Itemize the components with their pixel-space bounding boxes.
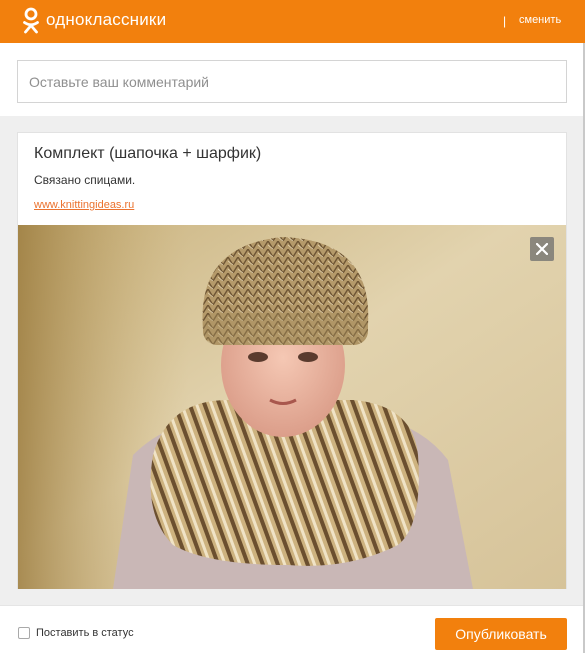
post-to-status-checkbox[interactable]	[18, 627, 30, 639]
header-bar: одноклассники | сменить	[0, 0, 585, 43]
comment-box	[17, 60, 567, 103]
card-source-link[interactable]: www.knittingideas.ru	[34, 199, 134, 211]
share-card: Комплект (шапочка + шарфик) Связано спиц…	[17, 132, 567, 589]
switch-account-link[interactable]: сменить	[519, 14, 561, 26]
comment-input[interactable]	[18, 61, 566, 102]
close-image-button[interactable]	[530, 237, 554, 261]
footer-divider	[0, 605, 585, 606]
card-description: Связано спицами.	[34, 173, 136, 187]
post-to-status-label[interactable]: Поставить в статус	[36, 627, 134, 639]
ok-logo-icon[interactable]	[22, 7, 40, 35]
publish-button[interactable]: Опубликовать	[435, 618, 567, 650]
header-separator: |	[503, 14, 507, 28]
close-icon	[536, 243, 548, 255]
card-photo	[18, 225, 566, 589]
logo-text[interactable]: одноклассники	[46, 10, 166, 30]
card-title: Комплект (шапочка + шарфик)	[34, 145, 262, 162]
